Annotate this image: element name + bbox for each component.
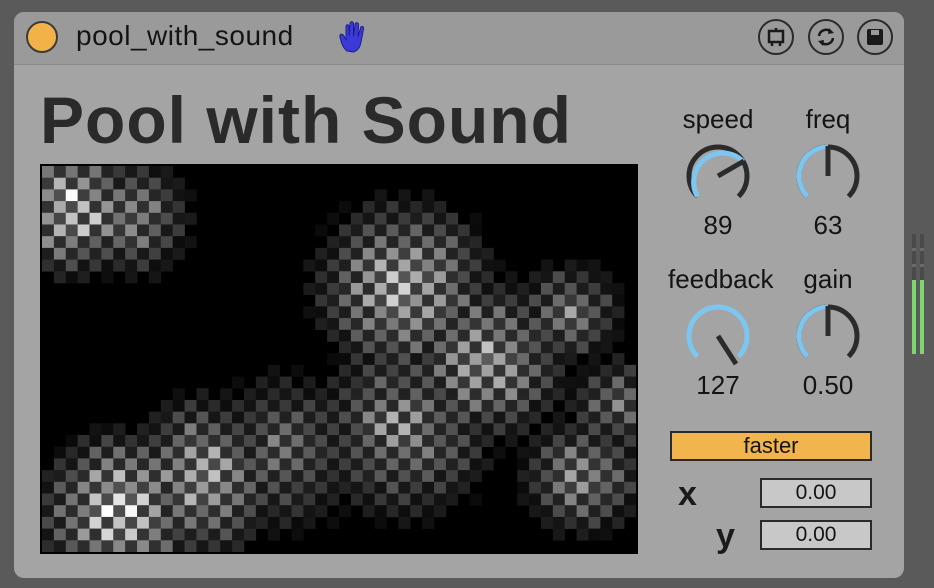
freq-label: freq (805, 104, 851, 134)
device-title: pool_with_sound (76, 20, 294, 51)
x-number-box[interactable]: 0.00 (760, 478, 872, 508)
gain-label: gain (803, 264, 853, 294)
feedback-dial[interactable] (680, 298, 756, 374)
y-label: y (716, 517, 735, 555)
save-icon[interactable] (857, 19, 893, 55)
hand-icon (339, 21, 365, 53)
gain-value: 0.50 (802, 370, 854, 400)
freq-dial[interactable] (790, 138, 866, 214)
x-label: x (678, 475, 697, 513)
device-heading: Pool with Sound (40, 83, 572, 157)
hot-swap-icon[interactable] (808, 19, 844, 55)
freq-knob[interactable]: freq 63 (778, 104, 878, 244)
feedback-label: feedback (668, 264, 774, 294)
max-device: pool_with_sound Pool with Sound speed 89… (14, 12, 904, 578)
device-titlebar: pool_with_sound (14, 12, 904, 65)
power-toggle-icon[interactable] (26, 21, 58, 53)
output-meter-left (912, 234, 916, 354)
y-number-box[interactable]: 0.00 (760, 520, 872, 550)
speed-knob[interactable]: speed 89 (668, 104, 768, 244)
feedback-knob[interactable]: feedback 127 (668, 264, 774, 404)
gain-dial[interactable] (790, 298, 866, 374)
freq-value: 63 (813, 210, 843, 240)
freeze-device-icon[interactable] (758, 19, 794, 55)
speed-value: 89 (703, 210, 733, 240)
pool-visualizer[interactable] (40, 164, 638, 554)
output-meter-right (920, 234, 924, 354)
feedback-value: 127 (696, 370, 740, 400)
speed-dial[interactable] (680, 138, 756, 214)
speed-label: speed (682, 104, 754, 134)
gain-knob[interactable]: gain 0.50 (778, 264, 878, 404)
faster-button[interactable]: faster (670, 431, 872, 461)
